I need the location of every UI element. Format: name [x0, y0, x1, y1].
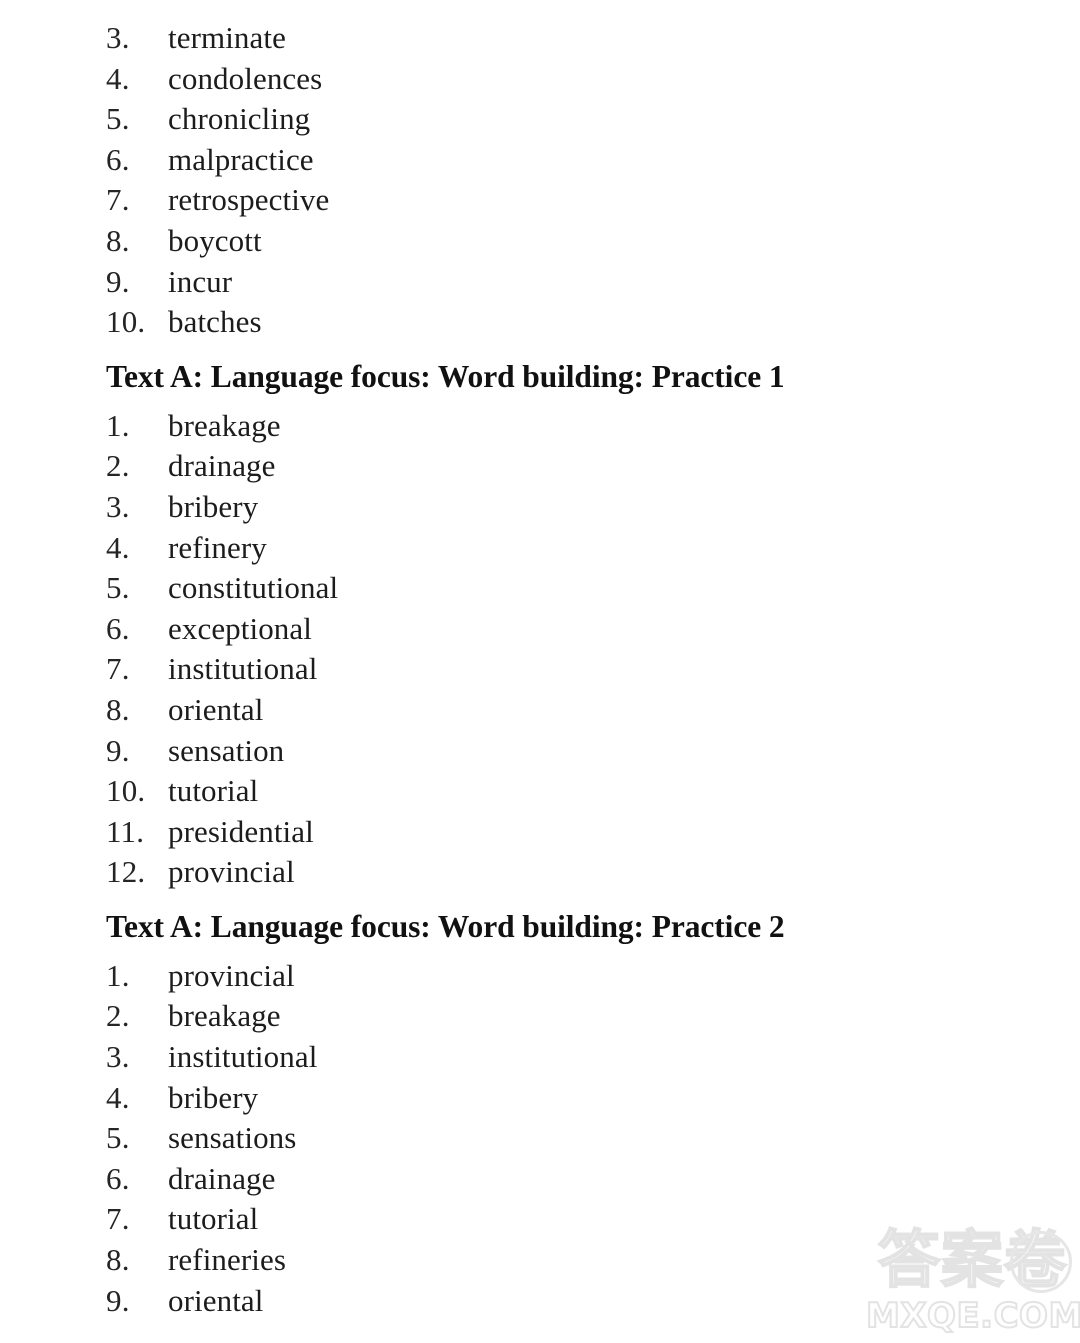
- list-item-word: refinery: [168, 529, 267, 565]
- list-item-number: 10.: [106, 304, 146, 340]
- list-item-number: 8.: [106, 1242, 130, 1278]
- answer-list-continued: 3. terminate 4. condolences 5. chronicli…: [106, 18, 1026, 343]
- list-item-word: bribery: [168, 1079, 259, 1115]
- list-item-number: 4.: [106, 60, 130, 96]
- list-item-word: drainage: [168, 448, 276, 484]
- list-item-number: 7.: [106, 182, 130, 218]
- list-item-word: drainage: [168, 1160, 276, 1196]
- document-page: 3. terminate 4. condolences 5. chronicli…: [0, 0, 1080, 1343]
- list-item-number: 5.: [106, 570, 130, 606]
- list-item-number: 2.: [106, 448, 130, 484]
- list-item-word: exceptional: [168, 610, 312, 646]
- list-item-number: 4.: [106, 1079, 130, 1115]
- list-item-number: 9.: [106, 732, 130, 768]
- list-item: 2. drainage: [106, 446, 1026, 487]
- list-item: 6. malpractice: [106, 140, 1026, 181]
- list-item-word: constitutional: [168, 570, 339, 606]
- list-item: 3. bribery: [106, 487, 1026, 528]
- list-item-word: provincial: [168, 854, 295, 890]
- list-item-number: 12.: [106, 854, 146, 890]
- answer-list-practice-2: 1. provincial 2. breakage 3. institution…: [106, 956, 1026, 1321]
- list-item-number: 3.: [106, 488, 130, 524]
- list-item-number: 3.: [106, 1039, 130, 1075]
- list-item-word: oriental: [168, 691, 264, 727]
- list-item: 7. tutorial: [106, 1199, 1026, 1240]
- list-item-number: 11.: [106, 813, 145, 849]
- list-item-word: provincial: [168, 957, 295, 993]
- list-item-word: tutorial: [168, 773, 259, 809]
- section-heading-practice-1: Text A: Language focus: Word building: P…: [106, 358, 785, 394]
- list-item-word: breakage: [168, 407, 281, 443]
- list-item: 8. refineries: [106, 1240, 1026, 1281]
- list-item-word: institutional: [168, 651, 318, 687]
- answer-list-practice-1: 1. breakage 2. drainage 3. bribery 4. re…: [106, 406, 1026, 893]
- list-item-number: 7.: [106, 1201, 130, 1237]
- list-item-word: incur: [168, 263, 233, 299]
- list-item: 5. sensations: [106, 1118, 1026, 1159]
- list-item: 11. presidential: [106, 812, 1026, 853]
- list-item: 6. exceptional: [106, 609, 1026, 650]
- list-item-word: tutorial: [168, 1201, 259, 1237]
- list-item-number: 8.: [106, 222, 130, 258]
- list-item-number: 6.: [106, 141, 130, 177]
- list-item: 10. batches: [106, 302, 1026, 343]
- list-item-word: terminate: [168, 20, 286, 55]
- section-heading-practice-2: Text A: Language focus: Word building: P…: [106, 908, 785, 944]
- list-item-number: 8.: [106, 691, 130, 727]
- list-item: 3. institutional: [106, 1037, 1026, 1078]
- list-item-number: 9.: [106, 1282, 130, 1318]
- list-item-number: 6.: [106, 610, 130, 646]
- list-item-word: breakage: [168, 998, 281, 1034]
- list-item: 9. incur: [106, 262, 1026, 303]
- list-item-word: batches: [168, 304, 262, 340]
- list-item-word: refineries: [168, 1242, 287, 1278]
- list-item: 8. oriental: [106, 690, 1026, 731]
- list-item-number: 4.: [106, 529, 130, 565]
- list-item-number: 5.: [106, 101, 130, 137]
- list-item-number: 2.: [106, 998, 130, 1034]
- list-item: 8. boycott: [106, 221, 1026, 262]
- list-item: 7. retrospective: [106, 180, 1026, 221]
- list-item-number: 7.: [106, 651, 130, 687]
- list-item: 5. constitutional: [106, 568, 1026, 609]
- list-item-number: 9.: [106, 263, 130, 299]
- list-item: 2. breakage: [106, 996, 1026, 1037]
- list-item: 1. provincial: [106, 956, 1026, 997]
- list-item-word: boycott: [168, 222, 262, 258]
- list-item-word: chronicling: [168, 101, 311, 137]
- list-item: 5. chronicling: [106, 99, 1026, 140]
- list-item-word: presidential: [168, 813, 314, 849]
- list-item-word: bribery: [168, 488, 259, 524]
- list-item-word: condolences: [168, 60, 323, 96]
- list-item: 9. oriental: [106, 1281, 1026, 1322]
- list-item-number: 3.: [106, 20, 130, 55]
- list-item: 4. bribery: [106, 1078, 1026, 1119]
- list-item-number: 6.: [106, 1160, 130, 1196]
- list-item-number: 5.: [106, 1120, 130, 1156]
- list-item: 9. sensation: [106, 731, 1026, 772]
- list-item: 1. breakage: [106, 406, 1026, 447]
- list-item-word: malpractice: [168, 141, 314, 177]
- list-item-word: sensations: [168, 1120, 297, 1156]
- list-item: 6. drainage: [106, 1159, 1026, 1200]
- list-item: 4. refinery: [106, 528, 1026, 569]
- answers-content: 3. terminate 4. condolences 5. chronicli…: [106, 18, 1026, 1321]
- list-item-word: sensation: [168, 732, 285, 768]
- list-item-number: 10.: [106, 773, 146, 809]
- list-item: 3. terminate: [106, 18, 1026, 59]
- list-item-number: 1.: [106, 407, 130, 443]
- list-item: 7. institutional: [106, 649, 1026, 690]
- list-item-word: institutional: [168, 1039, 318, 1075]
- list-item: 10. tutorial: [106, 771, 1026, 812]
- list-item: 12. provincial: [106, 852, 1026, 893]
- list-item: 4. condolences: [106, 59, 1026, 100]
- list-item-word: oriental: [168, 1282, 264, 1318]
- list-item-number: 1.: [106, 957, 130, 993]
- list-item-word: retrospective: [168, 182, 330, 218]
